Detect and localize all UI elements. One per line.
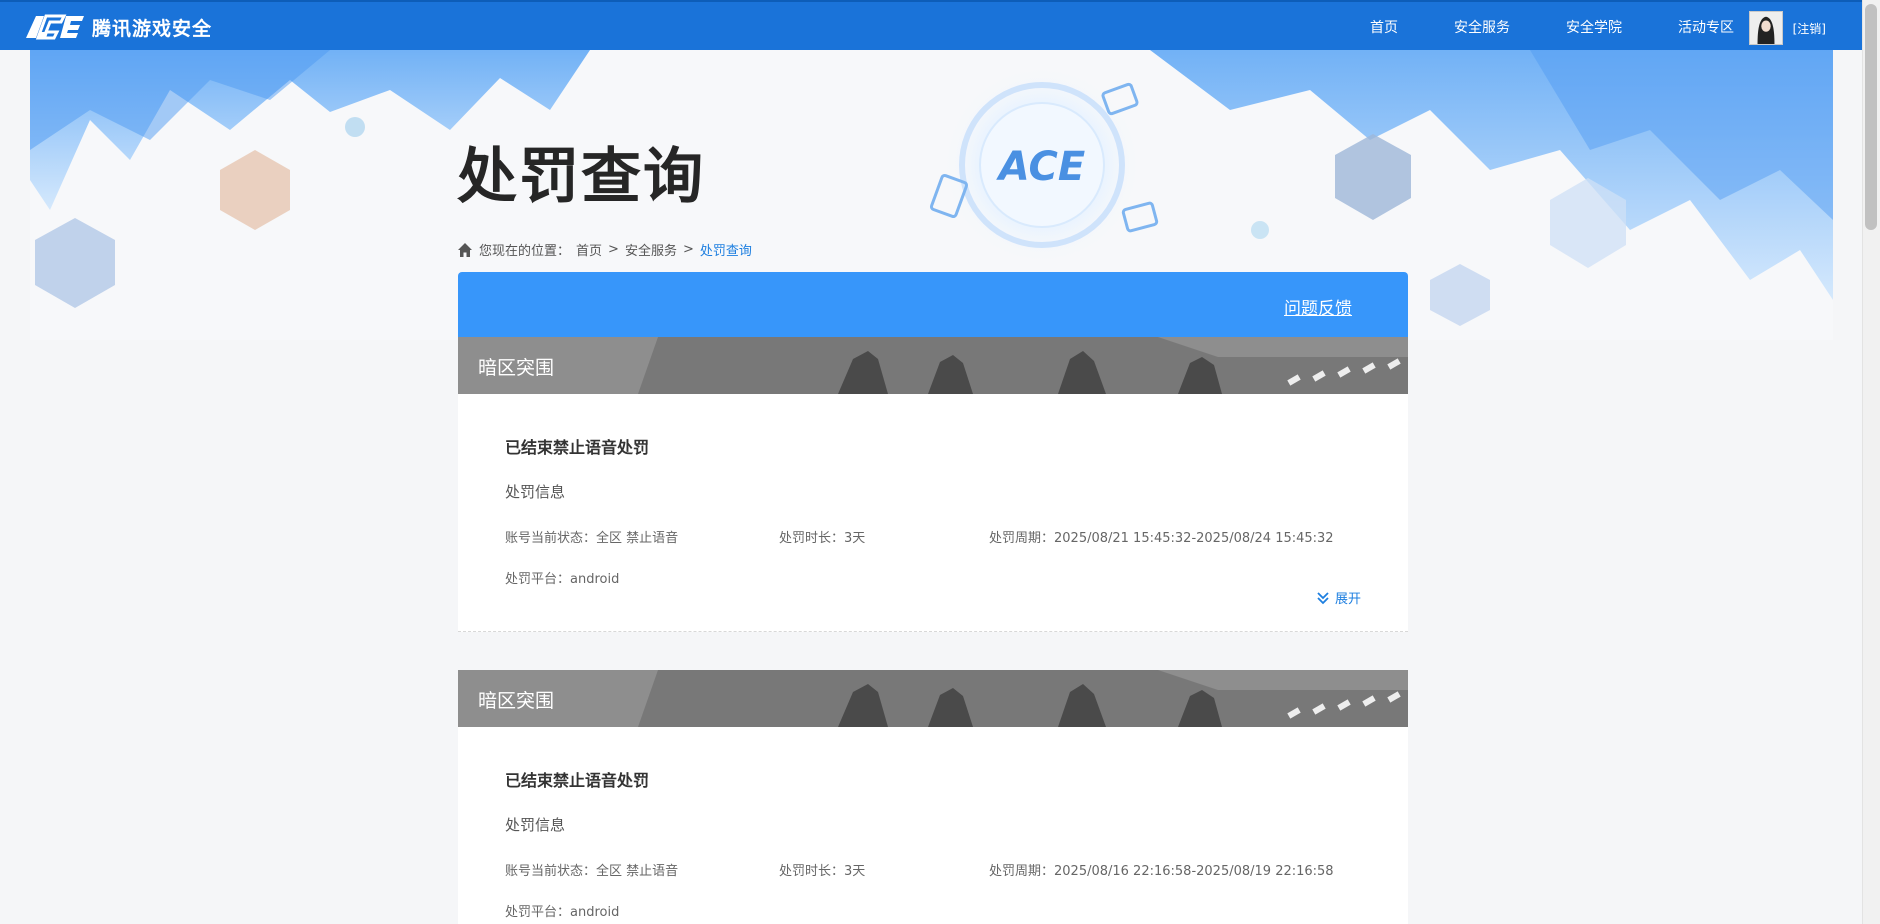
record-subtitle: 处罚信息 [505, 816, 566, 834]
nav-security-academy[interactable]: 安全学院 [1566, 17, 1622, 37]
game-banner-image [458, 337, 1408, 394]
record-title: 已结束禁止语音处罚 [505, 771, 650, 790]
breadcrumb-current: 处罚查询 [699, 244, 752, 259]
breadcrumb-separator: > [682, 242, 694, 257]
nav-home[interactable]: 首页 [1370, 17, 1398, 37]
breadcrumb-home[interactable]: 首页 [576, 240, 602, 259]
record-subtitle: 处罚信息 [505, 483, 566, 501]
logo[interactable]: 腾讯游戏安全 [24, 11, 212, 43]
record-details: 账号当前状态：全区 禁止语音 处罚时长：3天 处罚周期：2025/08/16 2… [505, 860, 1361, 879]
expand-button[interactable]: 展开 [1315, 588, 1361, 607]
record-period: 处罚周期：2025/08/21 15:45:32-2025/08/24 15:4… [989, 531, 1334, 546]
record-platform: 处罚平台：android [505, 905, 620, 920]
scrollbar-thumb[interactable] [1865, 4, 1877, 230]
record-platform: 处罚平台：android [505, 572, 620, 587]
panel-header: 问题反馈 [458, 272, 1408, 337]
page-scrollbar[interactable] [1862, 0, 1880, 924]
double-chevron-down-icon [1317, 591, 1329, 604]
logo-text: 腾讯游戏安全 [92, 17, 213, 40]
game-header: 暗区突围 [458, 670, 1408, 727]
record-card: 已结束禁止语音处罚 处罚信息 账号当前状态：全区 禁止语音 处罚时长：3天 处罚… [458, 394, 1408, 632]
user-area: [注销] [1748, 11, 1826, 45]
avatar[interactable] [1748, 11, 1783, 45]
main-nav: 首页 安全服务 安全学院 活动专区 [1314, 2, 1734, 52]
game-banner-image [458, 670, 1408, 727]
breadcrumb-prefix: 您现在的位置： [479, 244, 571, 259]
record-title: 已结束禁止语音处罚 [505, 438, 650, 457]
nav-events[interactable]: 活动专区 [1678, 17, 1734, 37]
breadcrumb: 您现在的位置： 首页 > 安全服务 > 处罚查询 [457, 240, 758, 259]
record-period: 处罚周期：2025/08/16 22:16:58-2025/08/19 22:1… [989, 864, 1334, 879]
ace-logo-icon [26, 14, 84, 40]
logout-link[interactable]: [注销] [1793, 20, 1826, 37]
record-details: 账号当前状态：全区 禁止语音 处罚时长：3天 处罚周期：2025/08/21 1… [505, 527, 1361, 546]
record-gap [458, 632, 1408, 670]
feedback-link[interactable]: 问题反馈 [1284, 294, 1352, 319]
record-status: 账号当前状态：全区 禁止语音 [505, 531, 679, 546]
record-duration: 处罚时长：3天 [779, 864, 866, 879]
game-name: 暗区突围 [478, 690, 555, 712]
expand-label: 展开 [1334, 592, 1361, 607]
game-header: 暗区突围 [458, 337, 1408, 394]
record-duration: 处罚时长：3天 [779, 531, 866, 546]
breadcrumb-separator: > [608, 242, 619, 257]
svg-text:ACE: ACE [996, 144, 1085, 190]
record-card: 已结束禁止语音处罚 处罚信息 账号当前状态：全区 禁止语音 处罚时长：3天 处罚… [458, 727, 1408, 924]
record-status: 账号当前状态：全区 禁止语音 [505, 864, 679, 879]
game-name: 暗区突围 [478, 357, 555, 379]
nav-security-services[interactable]: 安全服务 [1454, 17, 1510, 37]
avatar-image-icon [1749, 12, 1782, 44]
breadcrumb-services[interactable]: 安全服务 [625, 240, 677, 259]
page-title: 处罚查询 [457, 142, 705, 212]
punishment-panel: 问题反馈 暗区突围 已结束禁止语音处罚 处罚信息 账号当前状态：全区 禁止语音 … [458, 272, 1408, 924]
page: ACE 腾讯游戏安全 首页 安全服务 安全学院 活动专区 [注销] 处罚查询 您… [0, 0, 1880, 924]
home-icon [458, 242, 472, 257]
top-nav-bar: 腾讯游戏安全 首页 安全服务 安全学院 活动专区 [注销] [0, 0, 1862, 50]
